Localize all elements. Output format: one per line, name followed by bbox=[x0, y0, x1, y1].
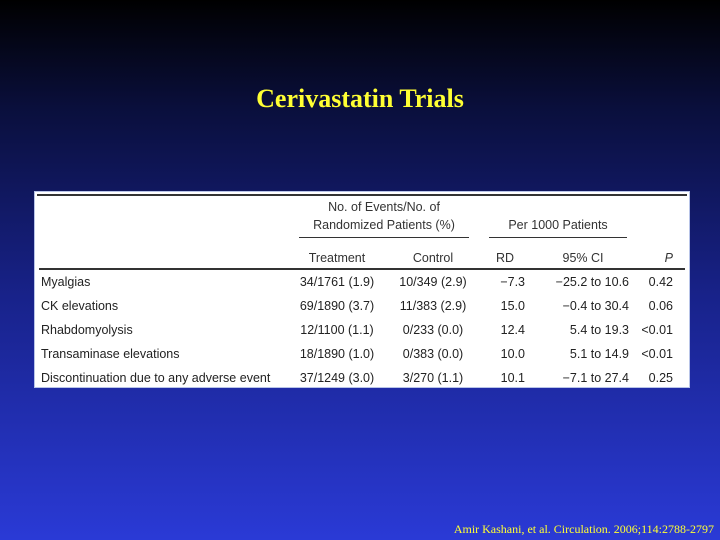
cell-rd: 15.0 bbox=[500, 299, 525, 313]
events-group-rule bbox=[299, 237, 469, 238]
cell-treatment: 18/1890 (1.0) bbox=[299, 347, 375, 361]
cell-treatment: 12/1100 (1.1) bbox=[300, 323, 374, 337]
row-label: Rhabdomyolysis bbox=[41, 323, 133, 337]
events-group-header-line1: No. of Events/No. of bbox=[328, 200, 440, 214]
cell-p: 0.06 bbox=[648, 299, 673, 313]
cell-control: 0/383 (0.0) bbox=[402, 347, 464, 361]
col-header-ci: 95% CI bbox=[562, 251, 604, 265]
cell-p: 0.25 bbox=[648, 371, 673, 385]
cell-ci: 5.4 to 19.3 bbox=[569, 323, 629, 337]
row-label: Discontinuation due to any adverse event bbox=[41, 371, 271, 385]
cell-treatment: 69/1890 (3.7) bbox=[299, 299, 375, 313]
row-label: Transaminase elevations bbox=[41, 347, 180, 361]
cell-control: 11/383 (2.9) bbox=[399, 299, 467, 313]
col-header-treatment: Treatment bbox=[308, 251, 366, 265]
table-top-rule bbox=[37, 194, 687, 196]
cell-ci: −25.2 to 10.6 bbox=[555, 275, 629, 289]
per1000-group-rule bbox=[489, 237, 627, 238]
col-header-p: P bbox=[664, 251, 673, 265]
row-label: Myalgias bbox=[41, 275, 91, 289]
cell-treatment: 37/1249 (3.0) bbox=[299, 371, 375, 385]
cell-p: <0.01 bbox=[641, 347, 673, 361]
slide-title: Cerivastatin Trials bbox=[256, 84, 464, 113]
results-table: No. of Events/No. of Randomized Patients… bbox=[34, 191, 690, 388]
cell-rd: 12.4 bbox=[500, 323, 525, 337]
cell-control: 10/349 (2.9) bbox=[399, 275, 467, 289]
cell-ci: −7.1 to 27.4 bbox=[562, 371, 629, 385]
cell-rd: −7.3 bbox=[500, 275, 525, 289]
cell-treatment: 34/1761 (1.9) bbox=[299, 275, 375, 289]
per1000-group-header: Per 1000 Patients bbox=[508, 218, 608, 232]
cell-control: 0/233 (0.0) bbox=[402, 323, 464, 337]
cell-rd: 10.0 bbox=[500, 347, 525, 361]
cell-p: <0.01 bbox=[641, 323, 673, 337]
cell-ci: −0.4 to 30.4 bbox=[562, 299, 629, 313]
col-header-rd: RD bbox=[495, 251, 515, 265]
cell-control: 3/270 (1.1) bbox=[402, 371, 464, 385]
events-group-header-line2: Randomized Patients (%) bbox=[313, 218, 455, 232]
header-bottom-rule bbox=[39, 268, 685, 270]
row-label: CK elevations bbox=[41, 299, 119, 313]
cell-p: 0.42 bbox=[648, 275, 673, 289]
cell-ci: 5.1 to 14.9 bbox=[569, 347, 629, 361]
cell-rd: 10.1 bbox=[500, 371, 525, 385]
col-header-control: Control bbox=[412, 251, 454, 265]
citation: Amir Kashani, et al. Circulation. 2006;1… bbox=[453, 522, 714, 536]
